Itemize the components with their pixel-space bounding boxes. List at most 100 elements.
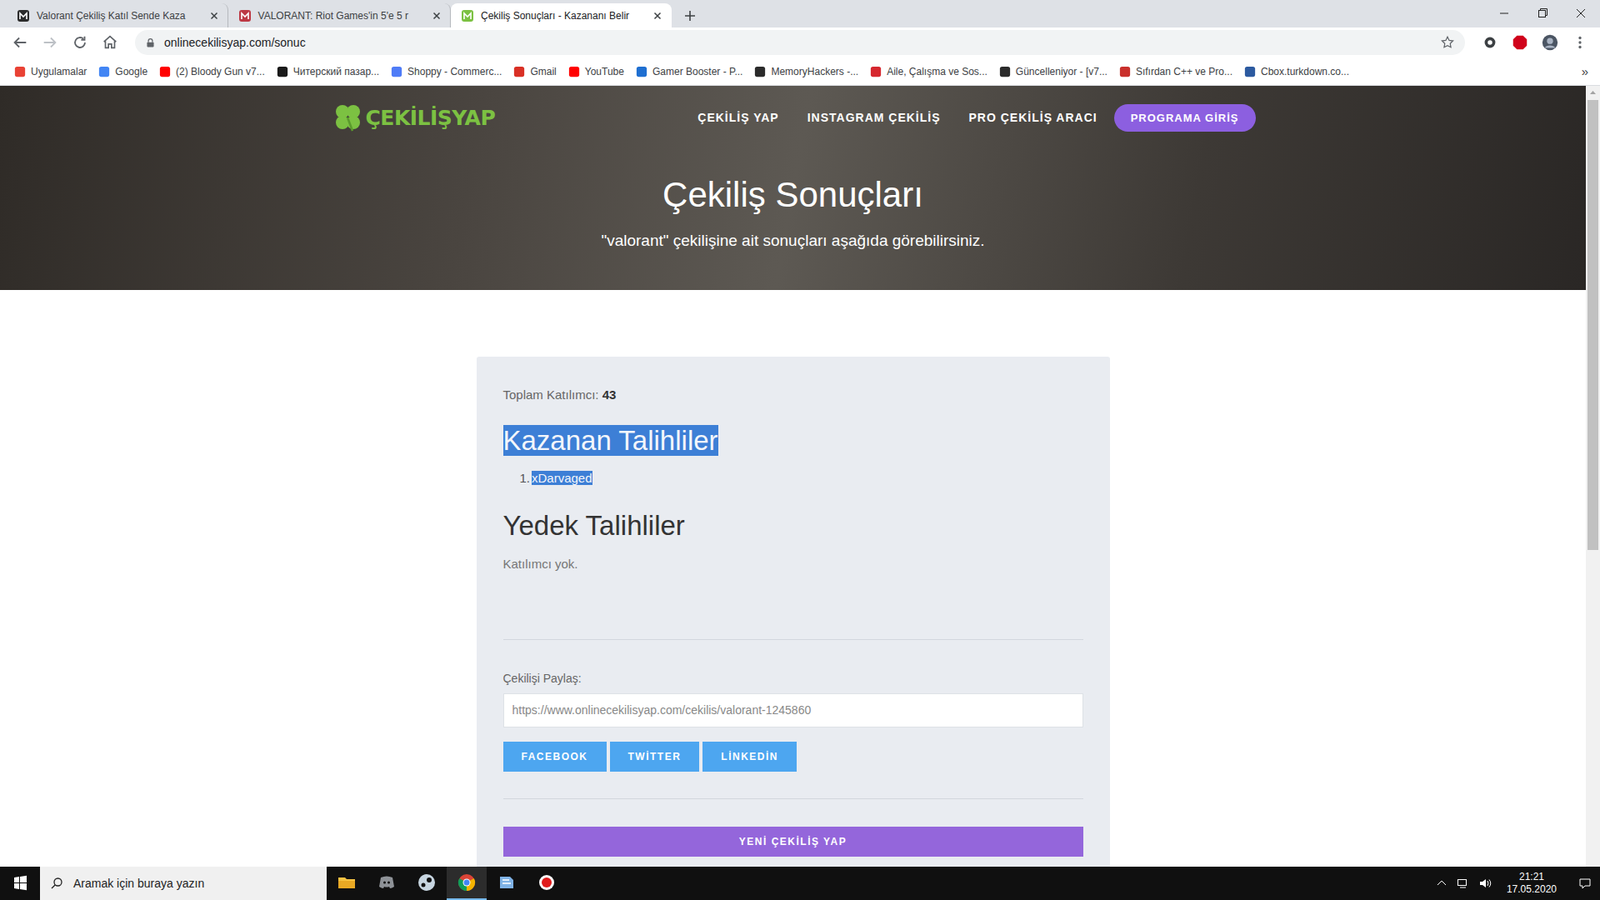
bookmark-icon [999, 65, 1011, 78]
star-icon[interactable] [1440, 35, 1455, 50]
taskbar-app[interactable] [326, 866, 367, 900]
favicon-icon [238, 9, 252, 23]
windows-start-icon[interactable] [0, 866, 40, 900]
share-button[interactable]: LİNKEDİN [702, 741, 797, 772]
bookmark-label: Читерский пазар... [293, 65, 380, 78]
bookmark-label: MemoryHackers -... [770, 65, 859, 78]
viewport: ÇEKİLİŞYAP ÇEKİLİŞ YAP INSTAGRAM ÇEKİLİŞ P… [0, 85, 1600, 867]
search-placeholder: Aramak için buraya yazın [73, 876, 205, 890]
winner-item: 1.xDarvaged [520, 469, 1084, 488]
bookmark[interactable]: Gamer Booster - P... [630, 65, 750, 78]
taskbar-app[interactable] [526, 866, 567, 900]
web-page: ÇEKİLİŞYAP ÇEKİLİŞ YAP INSTAGRAM ÇEKİLİŞ P… [0, 85, 1586, 867]
tab-strip: Valorant Çekiliş Katıl Sende Kaza VALORA… [0, 0, 1600, 28]
bookmark[interactable]: Cbox.turkdown.co... [1238, 65, 1355, 78]
share-button[interactable]: TWİTTER [610, 741, 700, 772]
nav-link[interactable]: PRO ÇEKİLİŞ ARACI [969, 110, 1098, 125]
bookmark-icon [390, 65, 403, 78]
extension-icon[interactable] [1480, 33, 1500, 52]
forward-icon[interactable] [40, 33, 60, 52]
new-draw-button[interactable]: YENİ ÇEKİLİŞ YAP [503, 826, 1084, 857]
taskbar-app[interactable] [486, 866, 527, 900]
logo-text: ÇEKİLİŞYAP [365, 105, 496, 130]
page-title: Çekiliş Sonuçları [330, 173, 1256, 217]
taskbar-search[interactable]: Aramak için buraya yazın [40, 866, 327, 900]
share-url-field[interactable]: https://www.onlinecekilisyap.com/cekilis… [503, 693, 1084, 728]
close-icon[interactable] [650, 9, 665, 23]
clock[interactable]: 21:21 17.05.2020 [1500, 870, 1564, 896]
bookmark[interactable]: (2) Bloody Gun v7... [153, 65, 271, 78]
toolbar: onlinecekilisyap.com/sonuc [0, 27, 1600, 58]
backup-empty: Katılımcı yok. [503, 555, 1084, 573]
share-label: Çekilişi Paylaş: [503, 670, 1084, 686]
close-icon[interactable] [207, 9, 221, 23]
reload-icon[interactable] [70, 33, 90, 52]
site-nav: ÇEKİLİŞ YAP INSTAGRAM ÇEKİLİŞ PRO ÇEKİLİŞ … [697, 104, 1255, 132]
scroll-thumb[interactable] [1587, 100, 1599, 550]
bookmark[interactable]: Güncelleniyor - [v7... [993, 65, 1114, 78]
address-bar[interactable]: onlinecekilisyap.com/sonuc [135, 30, 1465, 55]
bookmark[interactable]: Aile, Çalışma ve Sos... [864, 65, 994, 78]
menu-icon[interactable] [1570, 33, 1590, 52]
close-window-icon[interactable] [1561, 0, 1600, 27]
logo[interactable]: ÇEKİLİŞYAP [330, 100, 496, 135]
hero: ÇEKİLİŞYAP ÇEKİLİŞ YAP INSTAGRAM ÇEKİLİŞ P… [0, 85, 1586, 290]
new-tab-icon[interactable] [683, 9, 697, 23]
browser-tab[interactable]: Valorant Çekiliş Katıl Sende Kaza [6, 3, 229, 28]
bookmark-label: Güncelleniyor - [v7... [1015, 65, 1108, 78]
nav-link[interactable]: ÇEKİLİŞ YAP [697, 110, 779, 125]
backup-title: Yedek Talihliler [503, 507, 1084, 545]
winners-title: Kazanan Talihliler [503, 422, 1084, 460]
network-icon[interactable] [1456, 876, 1470, 890]
bookmarks-more[interactable]: » [1576, 64, 1594, 79]
avatar-icon[interactable] [1540, 33, 1560, 52]
page-subtitle: "valorant" çekilişine ait sonuçları aşağ… [330, 230, 1256, 252]
search-icon [50, 876, 64, 890]
nav-link[interactable]: INSTAGRAM ÇEKİLİŞ [807, 110, 941, 125]
scroll-up-icon[interactable] [1585, 85, 1600, 100]
favicon-icon [16, 9, 30, 23]
bookmark[interactable]: Читерский пазар... [270, 65, 385, 78]
home-icon[interactable] [100, 33, 120, 52]
bookmark-icon [635, 65, 648, 78]
login-button[interactable]: PROGRAMA GİRİŞ [1114, 104, 1256, 132]
bookmark-icon [568, 65, 580, 78]
taskbar-app[interactable] [406, 866, 447, 900]
taskbar-app[interactable] [366, 866, 407, 900]
restore-icon[interactable] [1523, 0, 1562, 27]
browser-tab[interactable]: Çekiliş Sonuçları - Kazananı Belir [450, 3, 672, 28]
chevron-up-icon[interactable] [1435, 876, 1449, 890]
url-text: onlinecekilisyap.com/sonuc [164, 35, 1432, 50]
bookmark[interactable]: Sıfırdan C++ ve Pro... [1113, 65, 1239, 78]
main-content: Toplam Katılımcı: 43 Kazanan Talihliler … [0, 290, 1586, 867]
share-button[interactable]: FACEBOOK [503, 741, 607, 772]
scrollbar[interactable] [1585, 85, 1600, 867]
record-icon [536, 872, 557, 893]
winner-list: 1.xDarvaged [503, 469, 1084, 488]
bookmarks-bar: Uygulamalar Google (2) Bloody Gun v7... … [0, 57, 1600, 86]
volume-icon[interactable] [1478, 876, 1492, 890]
tab-title: Valorant Çekiliş Katıl Sende Kaza [36, 10, 201, 22]
minimize-icon[interactable] [1485, 0, 1524, 27]
bookmark-label: YouTube [585, 65, 625, 78]
system-tray: 21:21 17.05.2020 [1435, 866, 1600, 900]
share-buttons: FACEBOOKTWİTTERLİNKEDİN [503, 741, 1084, 772]
divider [503, 639, 1084, 640]
close-icon[interactable] [430, 9, 444, 23]
taskbar-app[interactable] [446, 866, 487, 900]
bookmark[interactable]: Shoppy - Commerc... [385, 65, 508, 78]
bookmark[interactable]: MemoryHackers -... [748, 65, 865, 78]
bookmark[interactable]: Uygulamalar [8, 65, 93, 78]
divider [503, 798, 1084, 800]
bookmark[interactable]: Gmail [507, 65, 562, 78]
back-icon[interactable] [10, 33, 30, 52]
bookmark-icon [754, 65, 766, 78]
bookmark[interactable]: Google [92, 65, 154, 78]
bookmark[interactable]: YouTube [562, 65, 630, 78]
adblock-icon[interactable] [1510, 33, 1530, 52]
notifications-icon[interactable] [1578, 876, 1592, 890]
discord-icon [376, 872, 397, 893]
tab-title: Çekiliş Sonuçları - Kazananı Belir [480, 10, 645, 22]
bookmark-icon [14, 65, 26, 78]
browser-tab[interactable]: VALORANT: Riot Games'in 5'e 5 r [228, 3, 451, 28]
